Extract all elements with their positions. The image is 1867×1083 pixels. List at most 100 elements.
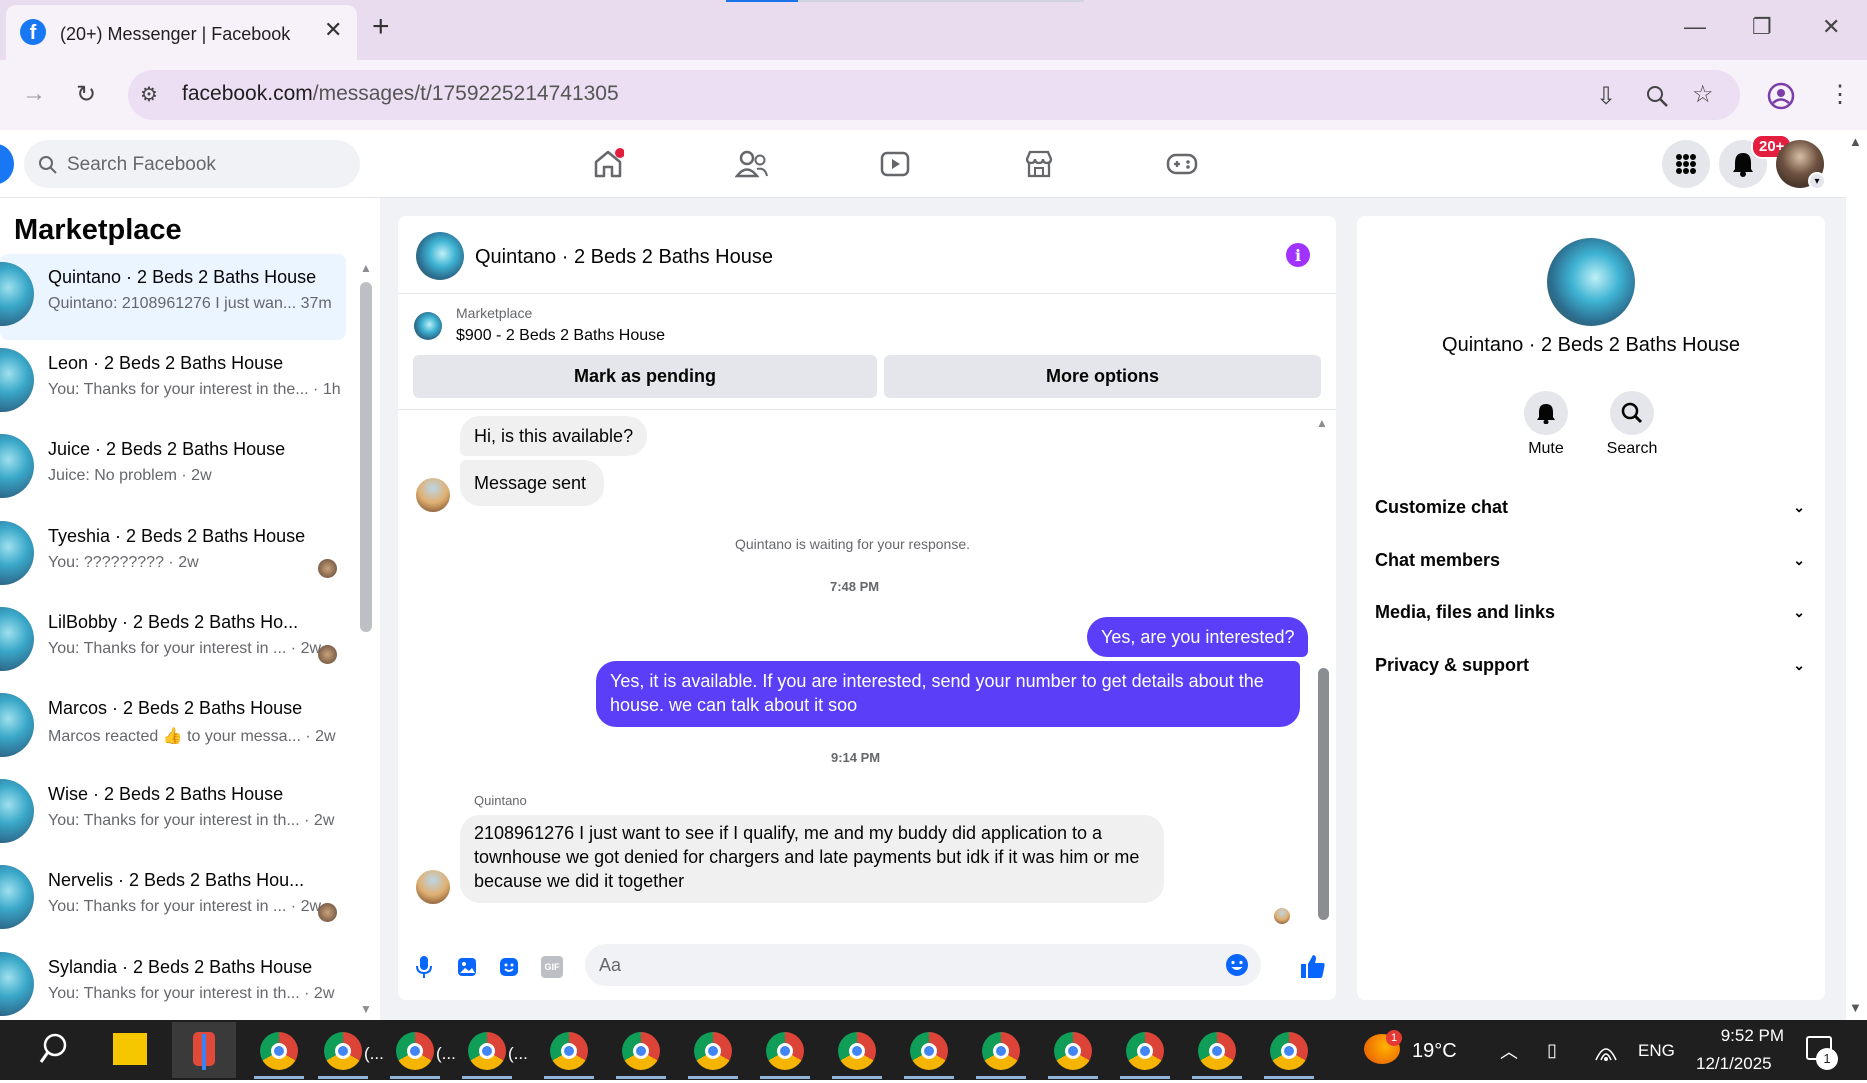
chrome-taskbar-icon[interactable] <box>324 1032 362 1070</box>
search-conversation-button[interactable] <box>1610 391 1654 435</box>
chat-title[interactable]: Quintano · 2 Beds 2 Baths House <box>475 246 773 269</box>
chrome-taskbar-icon[interactable] <box>468 1032 506 1070</box>
chrome-taskbar-icon[interactable] <box>396 1032 434 1070</box>
details-avatar[interactable] <box>1547 238 1635 326</box>
section-label: Privacy & support <box>1375 654 1530 675</box>
mute-button[interactable] <box>1524 391 1568 435</box>
zoom-icon[interactable] <box>1645 84 1669 108</box>
sticker-icon[interactable] <box>498 956 520 978</box>
scroll-up-arrow-icon[interactable]: ▲ <box>360 261 372 275</box>
customize-chat-section[interactable]: Customize chat ⌄ <box>1375 487 1805 527</box>
taskbar-active-app[interactable] <box>172 1022 236 1078</box>
friends-icon[interactable] <box>729 146 775 182</box>
conversation-list-scrollbar[interactable] <box>360 282 372 632</box>
account-chevron-icon[interactable]: ▾ <box>1808 172 1826 190</box>
microphone-icon[interactable] <box>414 954 434 980</box>
show-hidden-icons-icon[interactable]: ︿ <box>1500 1038 1518 1064</box>
sender-avatar[interactable] <box>416 870 450 904</box>
reload-icon[interactable]: ↻ <box>76 80 96 109</box>
info-icon[interactable]: i <box>1286 243 1310 267</box>
sticky-notes-icon[interactable] <box>113 1033 147 1065</box>
conversation-item[interactable]: Wise · 2 Beds 2 Baths House You: Thanks f… <box>0 771 346 857</box>
forward-icon[interactable]: → <box>22 80 46 108</box>
chrome-taskbar-icon[interactable] <box>622 1032 660 1070</box>
chat-scroll-down-icon[interactable]: ▼ <box>1316 909 1328 923</box>
chrome-taskbar-icon[interactable] <box>694 1032 732 1070</box>
video-icon[interactable] <box>872 146 918 182</box>
url-text[interactable]: facebook.com/messages/t/1759225214741305 <box>182 82 619 106</box>
chrome-taskbar-icon[interactable] <box>982 1032 1020 1070</box>
close-tab-icon[interactable]: ✕ <box>324 17 342 43</box>
page-scrollbar[interactable] <box>1846 130 1867 1020</box>
clock-date[interactable]: 12/1/2025 <box>1696 1054 1772 1074</box>
conversation-preview: Juice: No problem · 2w <box>48 467 212 485</box>
wifi-icon[interactable] <box>1594 1040 1618 1062</box>
message-input[interactable]: Aa <box>585 944 1261 986</box>
site-settings-icon[interactable]: ⚙ <box>140 82 158 107</box>
message-incoming[interactable]: 2108961276 I just want to see if I quali… <box>460 815 1164 903</box>
gif-icon[interactable]: GIF <box>541 956 563 978</box>
message-outgoing[interactable]: Yes, are you interested? <box>1087 617 1309 657</box>
conversation-item[interactable]: LilBobby · 2 Beds 2 Baths Ho... You: Than… <box>0 599 346 685</box>
marketplace-icon[interactable] <box>1016 146 1062 182</box>
tablet-icon[interactable]: ▯ <box>1547 1040 1557 1061</box>
install-app-icon[interactable]: ⇩ <box>1596 82 1616 111</box>
browser-tab[interactable]: f (20+) Messenger | Facebook ✕ <box>6 5 357 60</box>
conversation-item[interactable]: Juice · 2 Beds 2 Baths House Juice: No pr… <box>0 426 346 512</box>
listing-price[interactable]: $900 - 2 Beds 2 Baths House <box>456 327 665 345</box>
sender-avatar[interactable] <box>416 478 450 512</box>
chat-members-section[interactable]: Chat members ⌄ <box>1375 540 1805 580</box>
chrome-taskbar-icon[interactable] <box>838 1032 876 1070</box>
minimize-icon[interactable]: — <box>1684 14 1706 40</box>
clock-time[interactable]: 9:52 PM <box>1702 1026 1784 1046</box>
conversation-item[interactable]: Leon · 2 Beds 2 Baths House You: Thanks f… <box>0 340 346 426</box>
language-indicator[interactable]: ENG <box>1638 1041 1675 1061</box>
page-scroll-down-icon[interactable]: ▼ <box>1849 1000 1862 1015</box>
chat-avatar[interactable] <box>416 232 464 280</box>
browser-menu-icon[interactable]: ⋮ <box>1828 80 1852 109</box>
tab-title: (20+) Messenger | Facebook <box>60 24 291 44</box>
chrome-taskbar-icon[interactable] <box>1198 1032 1236 1070</box>
message-incoming[interactable]: Hi, is this available? <box>460 416 648 456</box>
chrome-taskbar-icon[interactable] <box>910 1032 948 1070</box>
home-icon[interactable] <box>585 146 631 182</box>
more-options-button[interactable]: More options <box>884 355 1321 398</box>
conversation-item[interactable]: Nervelis · 2 Beds 2 Baths Hou... You: Tha… <box>0 857 346 943</box>
privacy-support-section[interactable]: Privacy & support ⌄ <box>1375 645 1805 685</box>
photo-icon[interactable] <box>456 956 478 978</box>
taskbar-search-icon[interactable] <box>38 1032 72 1066</box>
message-incoming[interactable]: Message sent <box>460 460 604 506</box>
conversation-item[interactable]: Tyeshia · 2 Beds 2 Baths House You: ?????… <box>0 513 346 599</box>
listing-thumbnail[interactable] <box>414 312 442 340</box>
conversation-item[interactable]: Sylandia · 2 Beds 2 Baths House You: Than… <box>0 944 346 1030</box>
mute-label: Mute <box>1528 440 1564 457</box>
page-scroll-up-icon[interactable]: ▲ <box>1849 134 1862 149</box>
menu-grid-button[interactable] <box>1662 140 1710 188</box>
conversation-item[interactable]: Quintano · 2 Beds 2 Baths House Quintano:… <box>0 254 346 340</box>
conversation-item[interactable]: Marcos · 2 Beds 2 Baths House Marcos reac… <box>0 685 346 771</box>
message-outgoing[interactable]: Yes, it is available. If you are interes… <box>596 661 1300 727</box>
new-tab-icon[interactable]: + <box>372 10 390 44</box>
chrome-taskbar-icon[interactable] <box>1270 1032 1308 1070</box>
facebook-search-input[interactable]: Search Facebook <box>24 140 360 188</box>
weather-temp[interactable]: 19°C <box>1412 1040 1457 1063</box>
gaming-icon[interactable] <box>1159 146 1205 182</box>
emoji-icon[interactable] <box>1225 953 1249 977</box>
chrome-taskbar-icon[interactable] <box>260 1032 298 1070</box>
chrome-taskbar-icon[interactable] <box>1054 1032 1092 1070</box>
thumbs-up-icon[interactable] <box>1298 952 1326 980</box>
chat-scroll-up-icon[interactable]: ▲ <box>1316 416 1328 430</box>
media-files-links-section[interactable]: Media, files and links ⌄ <box>1375 592 1805 632</box>
chat-scrollbar[interactable] <box>1318 668 1329 920</box>
restore-icon[interactable]: ❐ <box>1752 14 1772 40</box>
weather-alert-badge: 1 <box>1386 1030 1402 1046</box>
mark-as-pending-button[interactable]: Mark as pending <box>413 355 877 398</box>
profile-icon[interactable] <box>1767 82 1795 110</box>
chrome-taskbar-icon[interactable] <box>1126 1032 1164 1070</box>
chrome-taskbar-icon[interactable] <box>550 1032 588 1070</box>
taskbar-running-indicator <box>760 1076 810 1079</box>
scroll-down-arrow-icon[interactable]: ▼ <box>360 1002 372 1016</box>
bookmark-star-icon[interactable]: ☆ <box>1692 80 1714 109</box>
chrome-taskbar-icon[interactable] <box>766 1032 804 1070</box>
close-window-icon[interactable]: ✕ <box>1822 14 1840 40</box>
